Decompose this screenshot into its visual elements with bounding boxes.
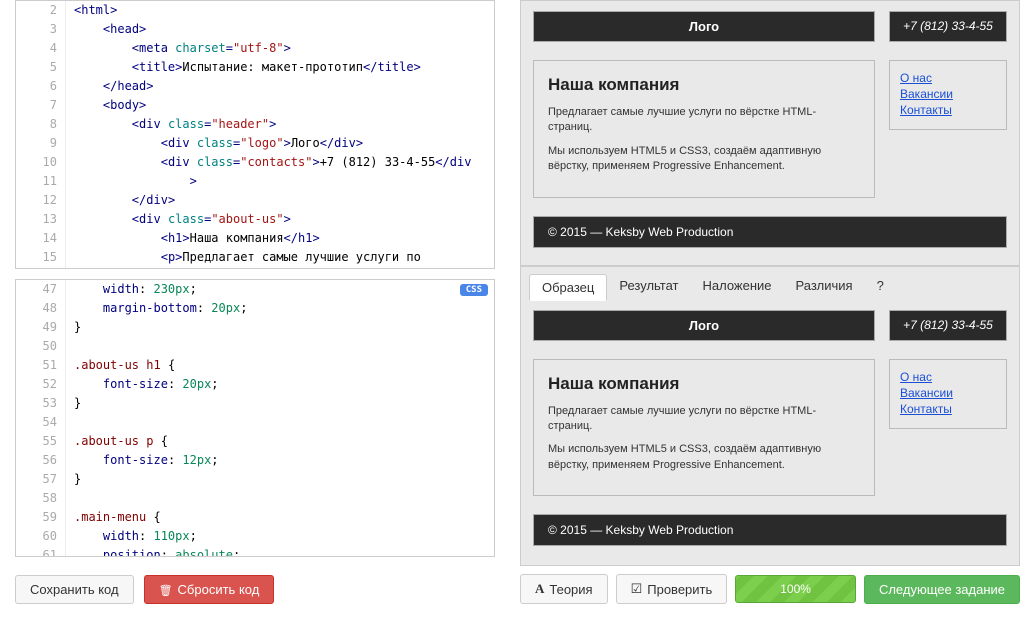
preview-p1: Предлагает самые лучшие услуги по вёрстк… <box>548 105 860 136</box>
tab-overlay[interactable]: Наложение <box>691 273 784 300</box>
trash-icon <box>159 582 173 597</box>
preview-tabs: Образец Результат Наложение Различия ? <box>520 266 1020 300</box>
preview-menu: О нас Вакансии Контакты <box>889 60 1007 130</box>
preview-h1: Наша компания <box>548 75 860 95</box>
menu-contacts-link[interactable]: Контакты <box>900 103 996 117</box>
sample-footer: © 2015 — Keksby Web Production <box>533 514 1007 546</box>
check-label: Проверить <box>647 582 712 597</box>
sample-preview: Лого +7 (812) 33-4-55 Наша компания Пред… <box>520 300 1020 566</box>
sample-menu-contacts[interactable]: Контакты <box>900 402 996 416</box>
font-icon <box>535 581 544 597</box>
check-button[interactable]: Проверить <box>616 574 728 604</box>
sample-h1: Наша компания <box>548 374 860 394</box>
left-button-row: Сохранить код Сбросить код <box>0 567 510 619</box>
sample-menu-about[interactable]: О нас <box>900 370 996 384</box>
css-code[interactable]: width: 230px; margin-bottom: 20px;} .abo… <box>66 280 494 556</box>
preview-about: Наша компания Предлагает самые лучшие ус… <box>533 60 875 198</box>
right-button-row: Теория Проверить 100% Следующее задание <box>520 566 1035 619</box>
tab-sample[interactable]: Образец <box>529 274 607 301</box>
sample-menu: О нас Вакансии Контакты <box>889 359 1007 429</box>
html-editor[interactable]: 23456789101112131415 <html> <head> <meta… <box>15 0 495 269</box>
sample-p1: Предлагает самые лучшие услуги по вёрстк… <box>548 404 860 435</box>
menu-vac-link[interactable]: Вакансии <box>900 87 996 101</box>
tab-result[interactable]: Результат <box>607 273 690 300</box>
next-button[interactable]: Следующее задание <box>864 575 1020 604</box>
result-preview: Лого +7 (812) 33-4-55 Наша компания Пред… <box>520 0 1020 266</box>
css-editor[interactable]: CSS 474849505152535455565758596061626364… <box>15 279 495 557</box>
html-code[interactable]: <html> <head> <meta charset="utf-8"> <ti… <box>66 1 494 268</box>
progress-bar: 100% <box>735 575 856 603</box>
reset-label: Сбросить код <box>178 582 260 597</box>
tab-help[interactable]: ? <box>865 273 896 300</box>
preview-logo: Лого <box>533 11 875 42</box>
css-gutter: 47484950515253545556575859606162636465 <box>16 280 66 556</box>
sample-p2: Мы используем HTML5 и CSS3, создаём адап… <box>548 442 860 473</box>
sample-menu-vac[interactable]: Вакансии <box>900 386 996 400</box>
tab-diff[interactable]: Различия <box>784 273 865 300</box>
check-icon <box>631 581 643 597</box>
preview-footer: © 2015 — Keksby Web Production <box>533 216 1007 248</box>
preview-contacts: +7 (812) 33-4-55 <box>889 11 1007 42</box>
theory-button[interactable]: Теория <box>520 574 608 604</box>
sample-logo: Лого <box>533 310 875 341</box>
sample-about: Наша компания Предлагает самые лучшие ус… <box>533 359 875 497</box>
html-gutter: 23456789101112131415 <box>16 1 66 268</box>
reset-button[interactable]: Сбросить код <box>144 575 275 604</box>
theory-label: Теория <box>549 582 592 597</box>
preview-p2: Мы используем HTML5 и CSS3, создаём адап… <box>548 144 860 175</box>
save-button[interactable]: Сохранить код <box>15 575 134 604</box>
menu-about-link[interactable]: О нас <box>900 71 996 85</box>
sample-contacts: +7 (812) 33-4-55 <box>889 310 1007 341</box>
